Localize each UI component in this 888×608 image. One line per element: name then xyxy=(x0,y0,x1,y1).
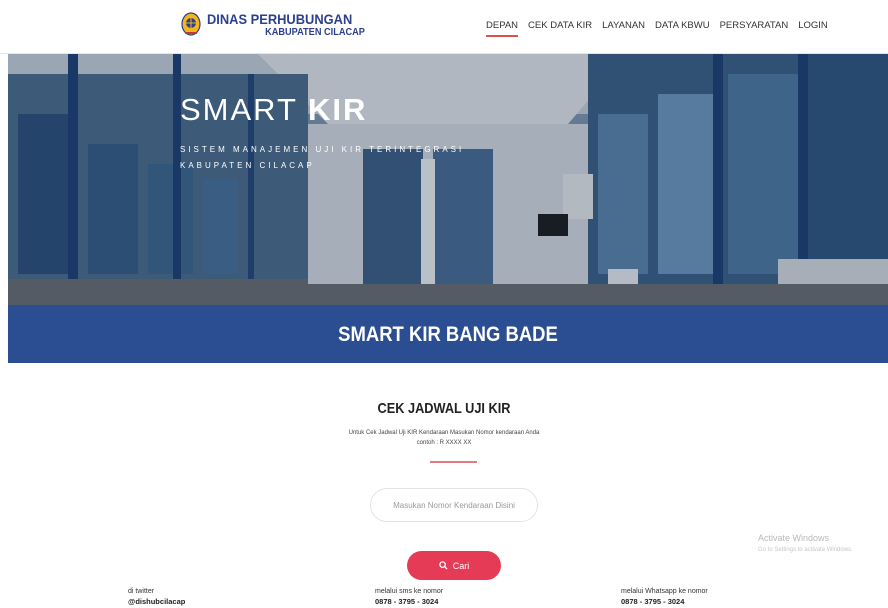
check-desc-line1: Untuk Cek Jadwal Uji KIR Kendaraan Masuk… xyxy=(348,430,540,436)
logo-title: DINAS PERHUBUNGAN xyxy=(207,11,353,27)
check-description: Untuk Cek Jadwal Uji KIR Kendaraan Masuk… xyxy=(0,428,888,448)
vehicle-number-input[interactable] xyxy=(370,488,538,522)
nav-login[interactable]: LOGIN xyxy=(798,20,828,31)
hero-subtitle-line1: SISTEM MANAJEMEN UJI KIR TERINTEGRASI xyxy=(180,145,465,154)
nav-depan[interactable]: DEPAN xyxy=(486,20,519,37)
nav-data-kbwu[interactable]: DATA KBWU xyxy=(655,20,710,31)
check-desc-example: contoh : R XXXX XX xyxy=(416,440,472,446)
activate-windows-title: Activate Windows xyxy=(758,533,830,543)
hero-title-light: SMART xyxy=(180,92,298,127)
footer-sms: melalui sms ke nomor 0878 - 3795 - 3024 xyxy=(375,587,443,607)
hero-title-bold: KIR xyxy=(308,92,368,127)
hero-title: SMART KIR xyxy=(180,92,367,128)
nav-persyaratan[interactable]: PERSYARATAN xyxy=(720,20,789,31)
site-logo[interactable]: DINAS PERHUBUNGAN KABUPATEN CILACAP xyxy=(181,11,365,39)
logo-subtitle: KABUPATEN CILACAP xyxy=(265,27,365,38)
footer-twitter-handle[interactable]: @dishubcilacap xyxy=(128,597,185,607)
footer-whatsapp: melalui Whatsapp ke nomor 0878 - 3795 - … xyxy=(621,587,708,607)
main-nav: DEPAN CEK DATA KIR LAYANAN DATA KBWU PER… xyxy=(486,20,838,37)
footer-sms-number[interactable]: 0878 - 3795 - 3024 xyxy=(375,597,443,607)
dishub-emblem-icon xyxy=(181,12,201,36)
nav-cek-data-kir[interactable]: CEK DATA KIR xyxy=(528,20,592,31)
hero-subtitle-line2: KABUPATEN CILACAP xyxy=(180,161,315,170)
hero-background-image xyxy=(8,54,888,305)
footer-whatsapp-label: melalui Whatsapp ke nomor xyxy=(621,588,708,595)
footer-sms-label: melalui sms ke nomor xyxy=(375,588,444,595)
search-button[interactable]: Cari xyxy=(407,551,501,580)
footer-twitter: di twitter @dishubcilacap xyxy=(128,587,185,607)
title-band: SMART KIR BANG BADE xyxy=(8,305,888,363)
nav-layanan[interactable]: LAYANAN xyxy=(602,20,645,31)
search-icon xyxy=(439,561,448,570)
band-title: SMART KIR BANG BADE xyxy=(338,323,558,346)
activate-windows-hint: Go to Settings to activate Windows. xyxy=(758,547,853,553)
footer-twitter-label: di twitter xyxy=(128,588,155,595)
footer-whatsapp-number[interactable]: 0878 - 3795 - 3024 xyxy=(621,597,708,607)
hero-subtitle: SISTEM MANAJEMEN UJI KIR TERINTEGRASI KA… xyxy=(180,142,464,174)
check-title: CEK JADWAL UJI KIR xyxy=(377,400,511,417)
search-button-label: Cari xyxy=(452,560,470,571)
site-header: DINAS PERHUBUNGAN KABUPATEN CILACAP DEPA… xyxy=(0,0,888,54)
section-divider xyxy=(430,461,477,463)
hero-banner: SMART KIR SISTEM MANAJEMEN UJI KIR TERIN… xyxy=(8,54,888,305)
